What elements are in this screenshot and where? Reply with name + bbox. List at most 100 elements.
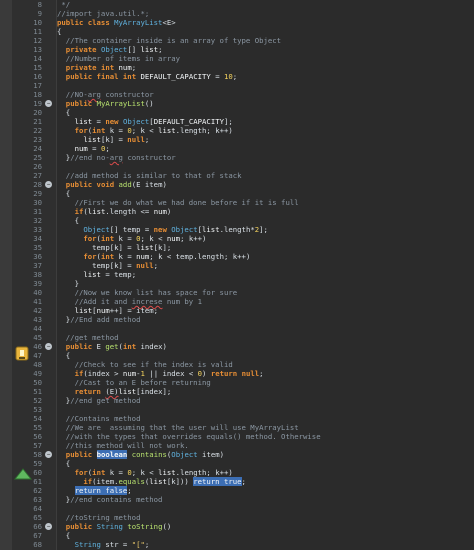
code-line: 63 }//end contains method	[0, 495, 474, 504]
line-number: 51	[33, 387, 42, 396]
fold-toggle-icon[interactable]: −	[45, 523, 52, 530]
line-number: 9	[37, 9, 42, 18]
line-number: 8	[37, 0, 42, 9]
code-line: 29 {	[0, 189, 474, 198]
code-line: 17	[0, 81, 474, 90]
code-line: 48 //Check to see if the index is valid	[0, 360, 474, 369]
line-number: 16	[33, 72, 42, 81]
line-number: 43	[33, 315, 42, 324]
code-line: 65 //toString method	[0, 513, 474, 522]
code-line: 58− public boolean contains(Object item)	[0, 450, 474, 459]
line-number: 31	[33, 207, 42, 216]
code-line: 23 list[k] = null;	[0, 135, 474, 144]
line-number: 65	[33, 513, 42, 522]
line-number: 67	[33, 531, 42, 540]
line-number: 29	[33, 189, 42, 198]
line-number: 57	[33, 441, 42, 450]
code-line: 47 {	[0, 351, 474, 360]
code-line: 10 public class MyArrayList<E>	[0, 18, 474, 27]
line-number: 32	[33, 216, 42, 225]
code-line: 42 list[num++] = item;	[0, 306, 474, 315]
line-number: 50	[33, 378, 42, 387]
line-number: 18	[33, 90, 42, 99]
code-line: 40 //Now we know list has space for sure	[0, 288, 474, 297]
code-line: 54 //Contains method	[0, 414, 474, 423]
fold-toggle-icon[interactable]: −	[45, 181, 52, 188]
code-line: 51 return (E)list[index];	[0, 387, 474, 396]
code-line: 11{	[0, 27, 474, 36]
line-number: 58	[33, 450, 42, 459]
line-number: 10	[33, 18, 42, 27]
line-number: 21	[33, 117, 42, 126]
line-number: 40	[33, 288, 42, 297]
fold-toggle-icon[interactable]: −	[45, 451, 52, 458]
line-number: 53	[33, 405, 42, 414]
line-number: 17	[33, 81, 42, 90]
code-editor[interactable]: 8 */ 9//import java.util.*; 10 public cla…	[0, 0, 474, 550]
line-number: 52	[33, 396, 42, 405]
line-number: 63	[33, 495, 42, 504]
code-line: 31 if(list.length <= num)	[0, 207, 474, 216]
code-line: 13 private Object[] list;	[0, 45, 474, 54]
line-number: 59	[33, 459, 42, 468]
code-line: 59 {	[0, 459, 474, 468]
line-number: 22	[33, 126, 42, 135]
fold-toggle-icon[interactable]: −	[45, 343, 52, 350]
line-number: 14	[33, 54, 42, 63]
code-line: 34 for(int k = 0; k < num; k++)	[0, 234, 474, 243]
line-number: 64	[33, 504, 42, 513]
code-line: 44	[0, 324, 474, 333]
code-line: 49 if(index > num-1 || index < 0) return…	[0, 369, 474, 378]
fold-toggle-icon[interactable]: −	[45, 100, 52, 107]
code-line: 28− public void add(E item)	[0, 180, 474, 189]
code-line: 61 if(item.equals(list[k])) return true;	[0, 477, 474, 486]
line-number: 42	[33, 306, 42, 315]
line-number: 39	[33, 279, 42, 288]
code-line: 12 //The container inside is an array of…	[0, 36, 474, 45]
code-line: 37 temp[k] = null;	[0, 261, 474, 270]
line-number: 45	[33, 333, 42, 342]
code-line: 24 num = 0;	[0, 144, 474, 153]
line-number: 62	[33, 486, 42, 495]
line-number: 34	[33, 234, 42, 243]
line-number: 25	[33, 153, 42, 162]
line-number: 23	[33, 135, 42, 144]
code-line: 41 //Add it and increse num by 1	[0, 297, 474, 306]
line-number: 26	[33, 162, 42, 171]
line-number: 19	[33, 99, 42, 108]
lightbulb-warning-icon[interactable]	[14, 345, 30, 363]
line-number: 41	[33, 297, 42, 306]
line-number: 30	[33, 198, 42, 207]
code-line: 27 //add method is similar to that of st…	[0, 171, 474, 180]
code-line: 57 //this method will not work.	[0, 441, 474, 450]
line-number: 66	[33, 522, 42, 531]
line-number: 11	[33, 27, 42, 36]
override-triangle-icon[interactable]	[14, 468, 32, 480]
code-line: 39 }	[0, 279, 474, 288]
code-line: 33 Object[] temp = new Object[list.lengt…	[0, 225, 474, 234]
line-number: 37	[33, 261, 42, 270]
code-line: 62 return false;	[0, 486, 474, 495]
code-line: 18 //NO-arg constructor	[0, 90, 474, 99]
line-number: 24	[33, 144, 42, 153]
code-line: 20 {	[0, 108, 474, 117]
code-line: 30 //First we do what we had done before…	[0, 198, 474, 207]
line-number: 12	[33, 36, 42, 45]
line-number: 56	[33, 432, 42, 441]
code-line: 16 public final int DEFAULT_CAPACITY = 1…	[0, 72, 474, 81]
code-line: 21 list = new Object[DEFAULT_CAPACITY];	[0, 117, 474, 126]
code-line: 43 }//End add method	[0, 315, 474, 324]
code-line: 9//import java.util.*;	[0, 9, 474, 18]
line-number: 54	[33, 414, 42, 423]
code-line: 45 //get method	[0, 333, 474, 342]
code-line: 56 //with the types that overrides equal…	[0, 432, 474, 441]
code-line: 32 {	[0, 216, 474, 225]
code-line: 46− public E get(int index)	[0, 342, 474, 351]
line-number: 20	[33, 108, 42, 117]
code-line: 60 for(int k = 0; k < list.length; k++)	[0, 468, 474, 477]
code-line: 36 for(int k = num; k < temp.length; k++…	[0, 252, 474, 261]
code-line: 14 //Number of items in array	[0, 54, 474, 63]
line-number: 28	[33, 180, 42, 189]
line-number: 27	[33, 171, 42, 180]
code-line: 19− public MyArrayList()	[0, 99, 474, 108]
